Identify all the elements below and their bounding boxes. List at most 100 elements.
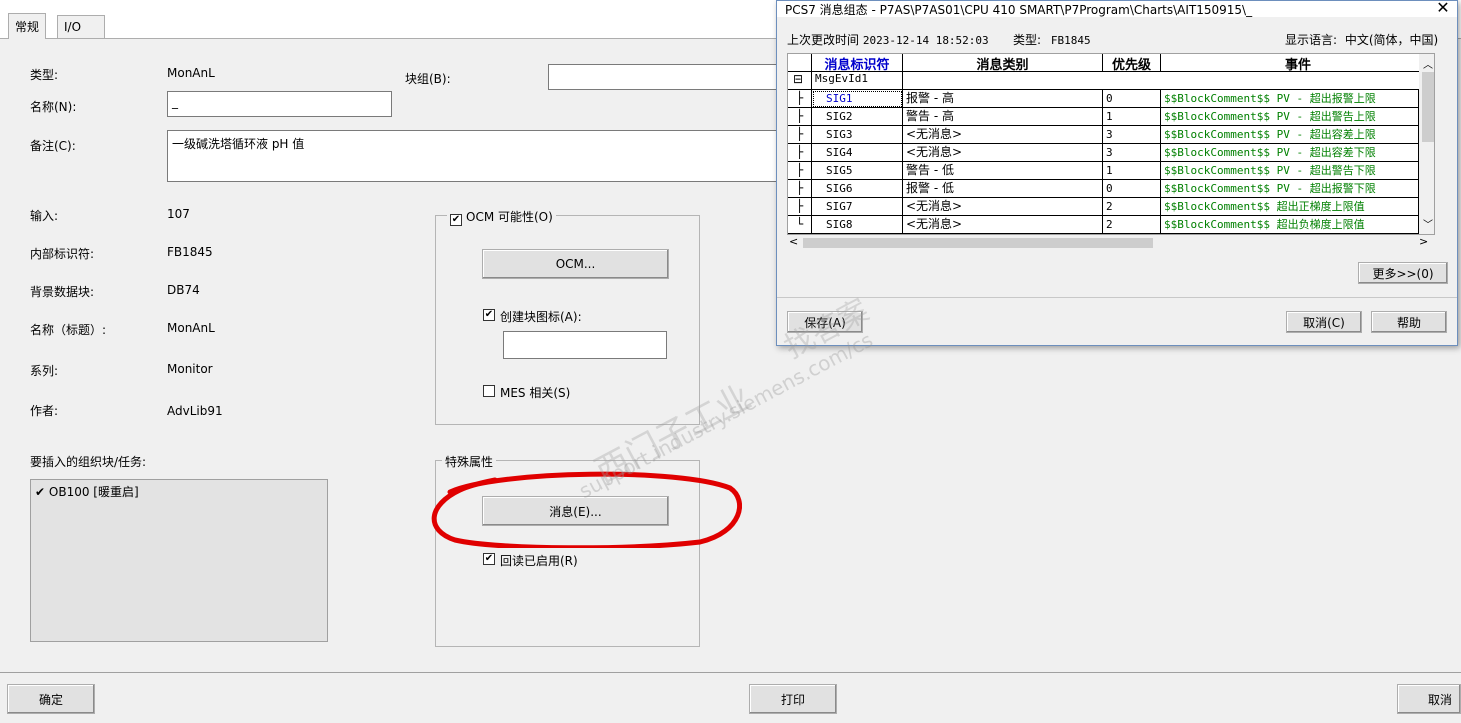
cancel-button[interactable]: 取消 [1397, 684, 1461, 714]
row-message-id[interactable]: SIG6 [812, 180, 903, 198]
row-message-id[interactable]: SIG5 [812, 162, 903, 180]
ocm-checkbox[interactable]: ✔ [450, 214, 462, 226]
row-event[interactable]: $$BlockComment$$ PV - 超出警告上限 [1161, 108, 1419, 126]
display-language-value[interactable]: 中文(简体，中国) [1345, 33, 1438, 47]
row-event[interactable]: $$BlockComment$$ PV - 超出报警上限 [1161, 90, 1419, 108]
scroll-up-icon[interactable]: ︿ [1423, 56, 1433, 71]
row-event[interactable]: $$BlockComment$$ PV - 超出容差下限 [1161, 144, 1419, 162]
row-priority[interactable]: 3 [1103, 144, 1161, 162]
row-message-id[interactable]: SIG7 [812, 198, 903, 216]
mes-checkbox[interactable] [483, 385, 495, 397]
tab-io-label: I/O [64, 20, 82, 34]
dialog-title: PCS7 消息组态 - P7AS\P7AS01\CPU 410 SMART\P7… [777, 1, 1457, 17]
collapse-icon[interactable]: ⊟ [788, 72, 812, 90]
input-value: 107 [167, 207, 190, 221]
scroll-left-icon[interactable]: < [789, 235, 798, 248]
row-priority[interactable]: 0 [1103, 180, 1161, 198]
row-message-class[interactable]: <无消息> [903, 198, 1103, 216]
help-button[interactable]: 帮助 [1371, 311, 1447, 333]
tab-general-label: 常规 [15, 20, 40, 34]
create-icon-checkbox[interactable]: ✔ [483, 309, 495, 321]
header-message-id[interactable]: 消息标识符 [812, 54, 903, 72]
tab-general[interactable]: 常规 [8, 13, 47, 39]
row-event[interactable]: $$BlockComment$$ 超出负梯度上限值 [1161, 216, 1419, 234]
blockgroup-input[interactable] [548, 64, 778, 90]
row-message-class[interactable]: 警告 - 低 [903, 162, 1103, 180]
row-priority[interactable]: 2 [1103, 216, 1161, 234]
scroll-down-icon[interactable]: ﹀ [1423, 216, 1433, 231]
special-legend: 特殊属性 [442, 453, 497, 470]
row-priority[interactable]: 1 [1103, 108, 1161, 126]
row-message-id[interactable]: SIG8 [812, 216, 903, 234]
family-value: Monitor [167, 362, 213, 376]
tab-io[interactable]: I/O [57, 15, 105, 39]
header-event[interactable]: 事件 [1161, 54, 1434, 72]
ob-list[interactable]: ✔ OB100 [暖重启] [30, 479, 328, 642]
row-message-class[interactable]: 报警 - 低 [903, 180, 1103, 198]
ob-list-item-label: OB100 [暖重启] [48, 485, 139, 499]
blockgroup-label: 块组(B): [405, 72, 451, 86]
row-message-class[interactable]: <无消息> [903, 216, 1103, 234]
last-changed-label: 上次更改时间 [787, 33, 860, 47]
ob-label: 要插入的组织块/任务: [30, 455, 147, 469]
row-event[interactable]: $$BlockComment$$ PV - 超出容差上限 [1161, 126, 1419, 144]
tree-branch-icon: ├ [788, 162, 812, 180]
more-button[interactable]: 更多>>(0) [1358, 262, 1448, 284]
ok-button[interactable]: 确定 [7, 684, 95, 714]
idb-value: DB74 [167, 283, 200, 297]
row-message-class[interactable]: 报警 - 高 [903, 90, 1103, 108]
type-value: MonAnL [167, 66, 215, 80]
row-message-class[interactable]: <无消息> [903, 144, 1103, 162]
name-input[interactable]: _ [167, 91, 392, 117]
row-message-id[interactable]: SIG1 [812, 90, 903, 108]
mes-label: MES 相关(S) [500, 386, 571, 400]
header-message-class[interactable]: 消息类别 [903, 54, 1103, 72]
row-event[interactable]: $$BlockComment$$ PV - 超出警告下限 [1161, 162, 1419, 180]
dialog-divider [777, 297, 1457, 298]
group-name: MsgEvId1 [812, 72, 903, 90]
row-message-id[interactable]: SIG3 [812, 126, 903, 144]
check-icon: ✔ [35, 485, 46, 499]
save-button[interactable]: 保存(A) [787, 311, 863, 333]
ocm-button[interactable]: OCM... [482, 249, 669, 279]
comment-input[interactable]: 一级碱洗塔循环液 pH 值 [167, 130, 779, 182]
create-icon-label: 创建块图标(A): [500, 310, 582, 324]
row-message-id[interactable]: SIG2 [812, 108, 903, 126]
dialog-cancel-button[interactable]: 取消(C) [1286, 311, 1362, 333]
row-message-class[interactable]: <无消息> [903, 126, 1103, 144]
header-priority[interactable]: 优先级 [1103, 54, 1161, 72]
vertical-scroll-thumb[interactable] [1422, 72, 1434, 142]
tree-branch-icon: ├ [788, 126, 812, 144]
tree-branch-icon: └ [788, 216, 812, 234]
row-message-class[interactable]: 警告 - 高 [903, 108, 1103, 126]
horizontal-scrollbar-track[interactable]: < > [787, 235, 1435, 251]
ocm-legend[interactable]: ✔ OCM 可能性(O) [447, 208, 556, 226]
row-priority[interactable]: 3 [1103, 126, 1161, 144]
readback-checkbox[interactable]: ✔ [483, 553, 495, 565]
last-changed-value: 2023-12-14 18:52:03 [862, 34, 989, 47]
print-button[interactable]: 打印 [749, 684, 837, 714]
ob-list-item[interactable]: ✔ OB100 [暖重启] [35, 483, 139, 500]
bottom-divider [0, 672, 1461, 673]
close-icon[interactable]: ✕ [1433, 0, 1453, 18]
horizontal-scroll-thumb[interactable] [803, 238, 1153, 248]
row-message-id[interactable]: SIG4 [812, 144, 903, 162]
row-priority[interactable]: 0 [1103, 90, 1161, 108]
ocm-legend-label: OCM 可能性(O) [466, 210, 553, 224]
row-event[interactable]: $$BlockComment$$ PV - 超出报警下限 [1161, 180, 1419, 198]
internal-id-value: FB1845 [167, 245, 213, 259]
row-priority[interactable]: 2 [1103, 198, 1161, 216]
type-label: 类型: [30, 68, 59, 82]
row-priority[interactable]: 1 [1103, 162, 1161, 180]
row-event[interactable]: $$BlockComment$$ 超出正梯度上限值 [1161, 198, 1419, 216]
create-icon-input[interactable] [503, 331, 667, 359]
dialog-type-label: 类型: [1013, 33, 1042, 47]
internal-id-label: 内部标识符: [30, 247, 95, 261]
vertical-scrollbar[interactable]: ︿ ﹀ [1419, 54, 1434, 234]
title-value: MonAnL [167, 321, 215, 335]
message-grid: 消息标识符 消息类别 优先级 事件 ⊟ MsgEvId1 ├ SIG1 报警 - 高… [787, 53, 1435, 235]
dialog-type: 类型: FB1845 [1013, 31, 1091, 48]
comment-label: 备注(C): [30, 139, 76, 153]
scroll-right-icon[interactable]: > [1419, 235, 1428, 248]
tree-branch-icon: ├ [788, 108, 812, 126]
